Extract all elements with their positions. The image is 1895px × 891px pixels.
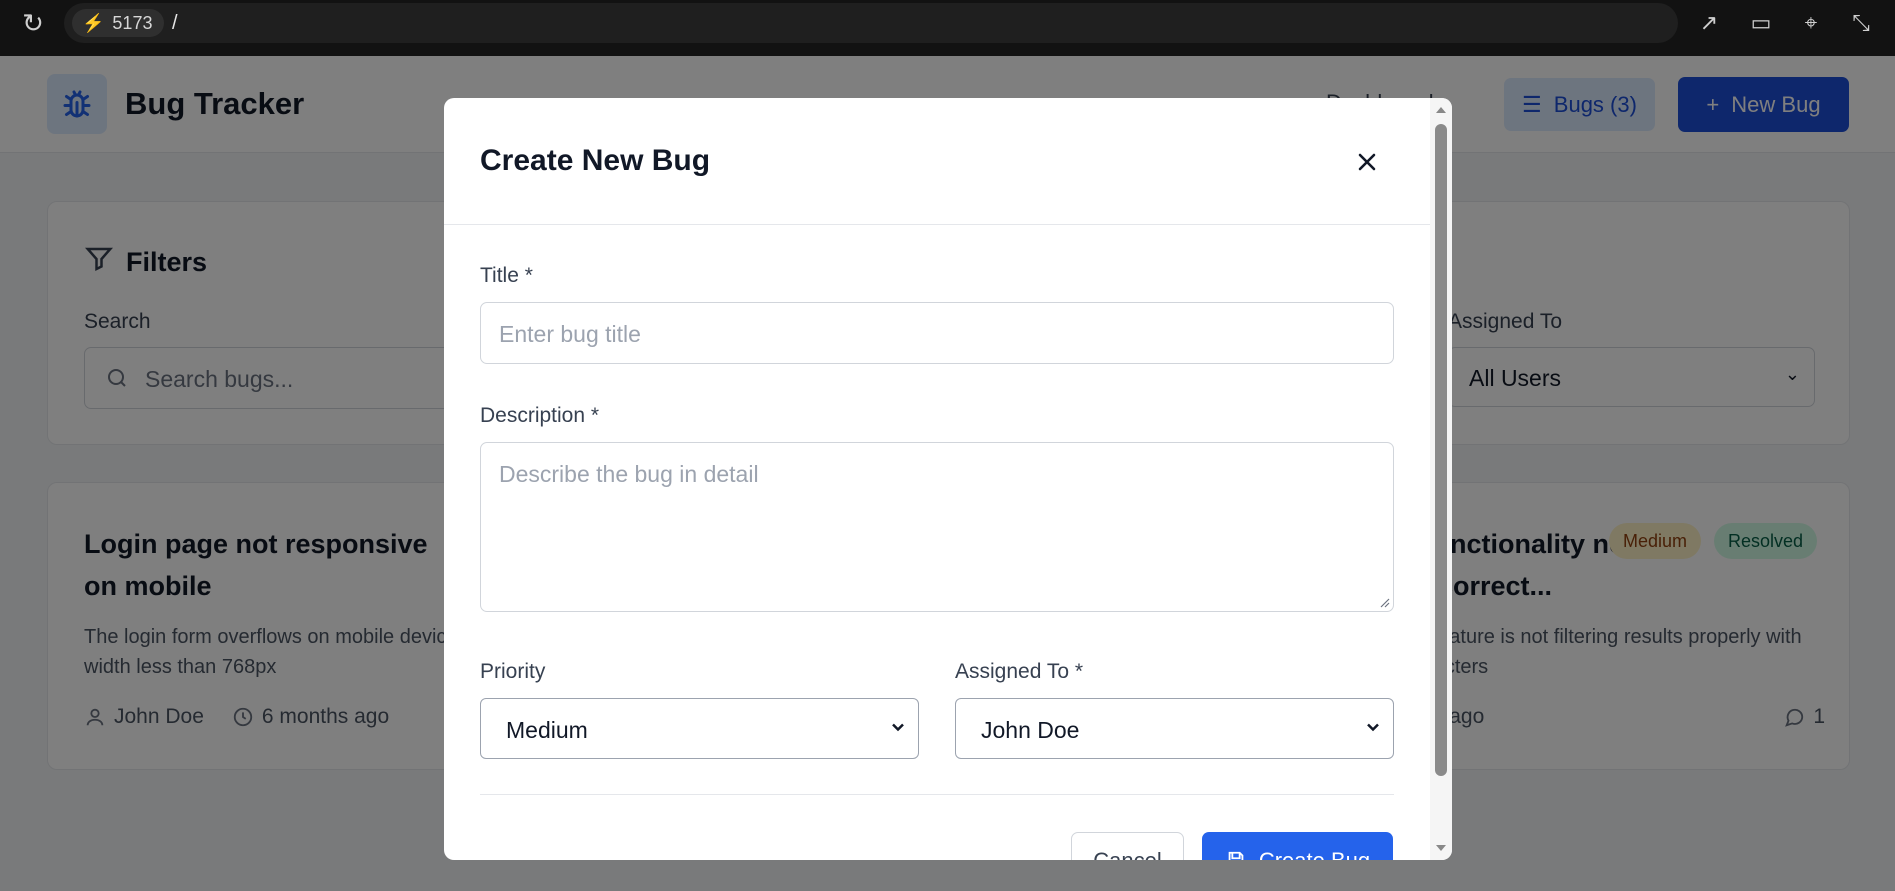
- assigned-to-label: Assigned To *: [955, 660, 1084, 683]
- description-textarea[interactable]: Describe the bug in detail: [480, 442, 1394, 612]
- device-toggle-icon[interactable]: ▭: [1746, 8, 1776, 38]
- chevron-down-icon: [892, 723, 904, 732]
- save-icon: [1228, 851, 1244, 860]
- close-icon[interactable]: [1350, 145, 1384, 179]
- priority-label: Priority: [480, 660, 546, 683]
- port-number: 5173: [112, 13, 153, 33]
- scroll-up-icon[interactable]: [1435, 104, 1447, 116]
- cancel-button[interactable]: Cancel: [1071, 832, 1184, 860]
- port-badge[interactable]: ⚡ 5173: [72, 9, 165, 37]
- title-placeholder: Enter bug title: [499, 321, 641, 347]
- url-path[interactable]: /: [172, 11, 178, 35]
- browser-toolbar: ↻ ⚡ 5173 / ↗ ▭ ⌖ ⤡: [0, 0, 1895, 56]
- chevron-down-icon: [1367, 723, 1379, 732]
- assigned-to-select[interactable]: John Doe: [955, 698, 1394, 759]
- description-placeholder: Describe the bug in detail: [499, 461, 759, 487]
- open-external-icon[interactable]: ↗: [1694, 8, 1724, 38]
- create-bug-button[interactable]: Create Bug: [1202, 832, 1393, 860]
- address-bar[interactable]: ⚡ 5173 /: [64, 3, 1678, 43]
- collapse-icon[interactable]: ⤡: [1846, 8, 1876, 38]
- create-bug-modal: Create New Bug Title * Enter bug title D…: [444, 98, 1452, 860]
- priority-value: Medium: [506, 717, 588, 743]
- description-label: Description *: [480, 404, 600, 427]
- reload-icon[interactable]: ↻: [18, 8, 48, 38]
- priority-select[interactable]: Medium: [480, 698, 919, 759]
- footer-divider: [480, 794, 1394, 795]
- resize-grip-icon[interactable]: [1378, 596, 1390, 608]
- plug-icon: ⚡: [82, 13, 105, 33]
- modal-header: Create New Bug: [444, 98, 1430, 225]
- assigned-to-value: John Doe: [981, 717, 1080, 743]
- modal-title: Create New Bug: [480, 144, 711, 177]
- inspect-cursor-icon[interactable]: ⌖: [1796, 8, 1826, 38]
- modal-scrollbar[interactable]: [1430, 98, 1452, 860]
- scroll-down-icon[interactable]: [1435, 842, 1447, 854]
- title-label: Title *: [480, 264, 533, 287]
- title-input[interactable]: Enter bug title: [480, 302, 1394, 364]
- scroll-thumb[interactable]: [1435, 124, 1447, 776]
- create-bug-label: Create Bug: [1259, 848, 1370, 860]
